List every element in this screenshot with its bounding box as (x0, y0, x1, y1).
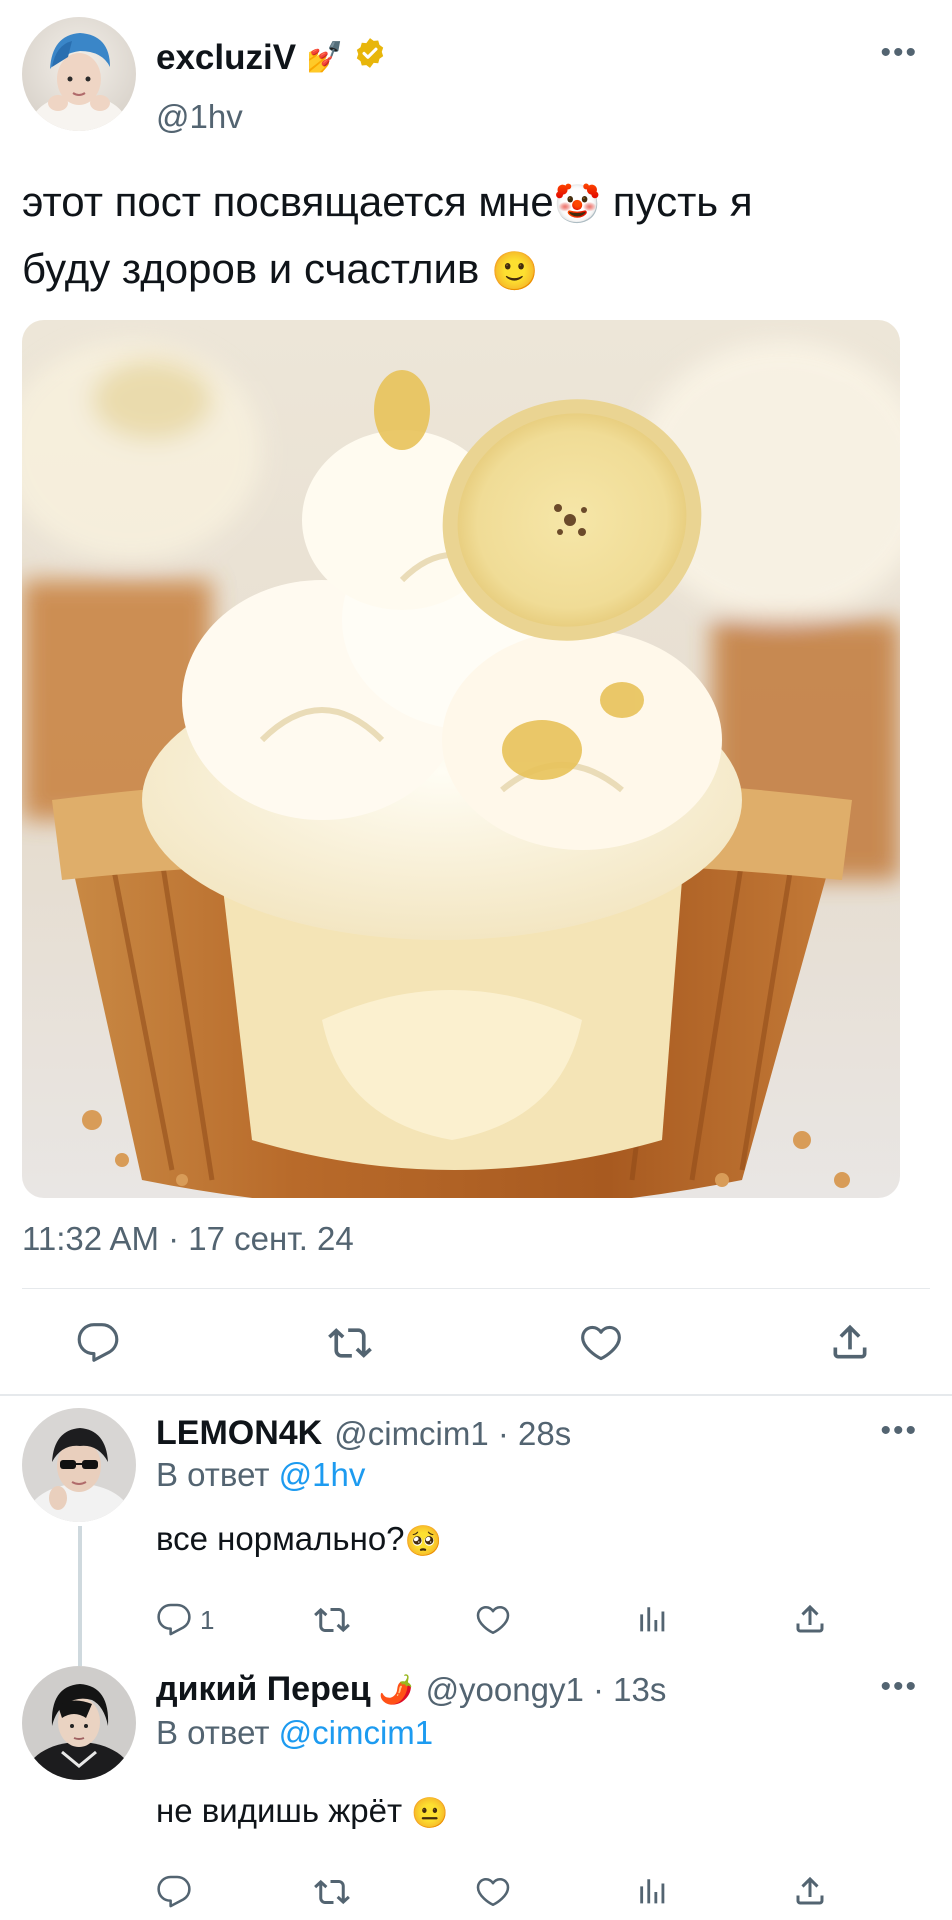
reply-author-name-text: дикий Перец (156, 1670, 371, 1708)
views-icon (636, 1602, 670, 1638)
author-handle[interactable]: @1hv (156, 98, 243, 136)
reply-header: LEMON4K @cimcim1 · 28s (156, 1414, 571, 1453)
share-button[interactable] (828, 1319, 872, 1365)
like-button[interactable] (578, 1321, 624, 1365)
reply-button[interactable] (156, 1874, 192, 1910)
tweet-text-line1: этот пост посвящается мне (22, 178, 554, 225)
retweet-button[interactable] (326, 1321, 374, 1365)
reply-author-name[interactable]: LEMON4K (156, 1414, 322, 1453)
clown-emoji: 🤡 (553, 183, 602, 226)
reply-avatar[interactable] (22, 1666, 136, 1780)
retweet-button[interactable] (312, 1874, 352, 1910)
reply-icon (156, 1874, 192, 1910)
tweet-timestamp[interactable]: 11:32 AM · 17 сент. 24 (22, 1220, 354, 1258)
reply-button[interactable]: 1 (156, 1602, 214, 1638)
share-button[interactable] (792, 1872, 828, 1910)
share-button[interactable] (792, 1600, 828, 1638)
views-button[interactable] (636, 1602, 670, 1638)
replying-to-label: В ответ (156, 1714, 270, 1751)
like-icon (578, 1321, 624, 1365)
reply-text: все нормально?🥺 (156, 1520, 442, 1559)
reply-icon (76, 1321, 120, 1365)
neutral-face-emoji: 😐 (411, 1796, 449, 1830)
reply-text-content: все нормально? (156, 1520, 405, 1557)
views-button[interactable] (636, 1874, 670, 1910)
retweet-button[interactable] (312, 1602, 352, 1638)
reply-tweet[interactable]: дикий Перец 🌶️ @yoongy1 · 13s ••• В отве… (0, 1666, 952, 1920)
tweet-actions (0, 1305, 952, 1381)
reply-handle-time[interactable]: @cimcim1 · 28s (334, 1415, 571, 1453)
reply-header: дикий Перец 🌶️ @yoongy1 · 13s (156, 1670, 666, 1709)
reply-actions (0, 1864, 952, 1920)
author-name-text: excluziV (156, 37, 297, 77)
retweet-icon (312, 1602, 352, 1638)
replying-to-label: В ответ (156, 1456, 270, 1493)
tweet-media-image[interactable] (22, 320, 900, 1198)
reply-actions: 1 (0, 1592, 952, 1648)
more-icon[interactable]: ••• (880, 1414, 918, 1448)
tweet-text-line1-tail: пусть я (612, 178, 753, 225)
tweet-text-line2: буду здоров и счастлив (22, 244, 480, 292)
reply-count: 1 (200, 1604, 215, 1635)
replying-to-mention[interactable]: @cimcim1 (279, 1714, 434, 1751)
pleading-face-emoji: 🥺 (404, 1524, 442, 1558)
reply-avatar[interactable] (22, 1408, 136, 1522)
replying-to: В ответ @cimcim1 (156, 1714, 433, 1752)
like-icon (474, 1874, 512, 1910)
smile-emoji: 🙂 (490, 250, 539, 293)
divider (22, 1288, 930, 1289)
replying-to-mention[interactable]: @1hv (279, 1456, 366, 1493)
reply-author-name[interactable]: дикий Перец 🌶️ (156, 1670, 414, 1709)
share-icon (828, 1319, 872, 1365)
tweet-text: этот пост посвящается мне🤡 пусть я буду … (22, 170, 902, 304)
author-avatar[interactable] (22, 17, 136, 131)
share-icon (792, 1872, 828, 1910)
retweet-icon (326, 1321, 374, 1365)
reply-handle-time[interactable]: @yoongy1 · 13s (426, 1671, 667, 1709)
reply-button[interactable] (76, 1321, 120, 1365)
more-icon[interactable]: ••• (880, 1670, 918, 1704)
like-button[interactable] (474, 1874, 512, 1910)
replying-to: В ответ @1hv (156, 1456, 365, 1494)
share-icon (792, 1600, 828, 1638)
retweet-icon (312, 1874, 352, 1910)
hot-pepper-emoji: 🌶️ (378, 1674, 414, 1705)
reply-text: не видишь жрёт 😐 (156, 1792, 449, 1831)
verified-badge-icon (353, 36, 387, 79)
views-icon (636, 1874, 670, 1910)
more-icon[interactable]: ••• (880, 36, 918, 70)
like-button[interactable] (474, 1602, 512, 1638)
reply-text-content: не видишь жрёт (156, 1792, 403, 1829)
reply-tweet[interactable]: LEMON4K @cimcim1 · 28s ••• В ответ @1hv … (0, 1396, 952, 1666)
author-name[interactable]: excluziV 💅 (156, 36, 387, 79)
reply-icon (156, 1602, 192, 1638)
nail-polish-emoji: 💅 (306, 41, 344, 74)
like-icon (474, 1602, 512, 1638)
